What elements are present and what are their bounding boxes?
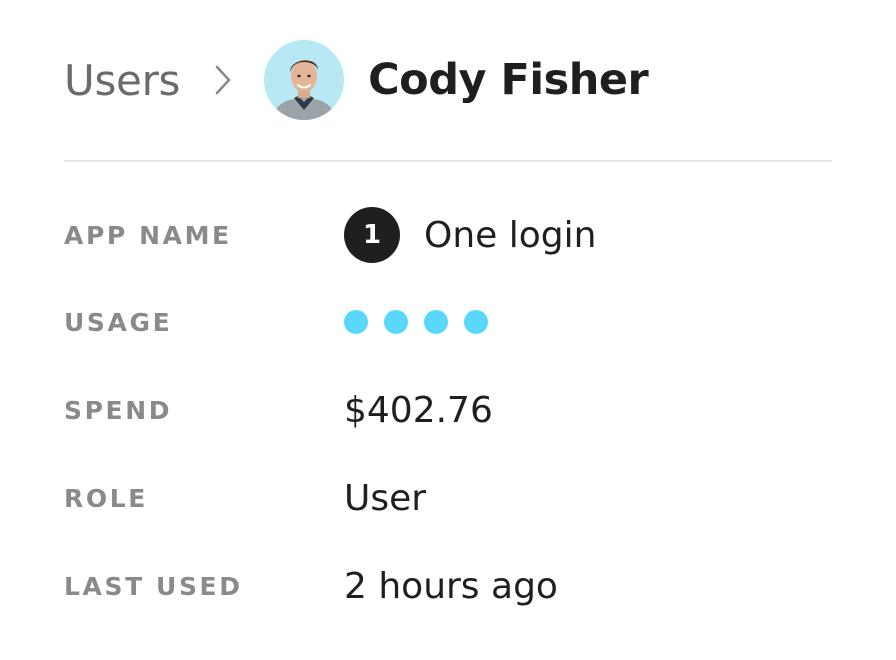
detail-row-spend: SPEND $402.76	[64, 380, 832, 440]
app-name-value: 1 One login	[344, 207, 596, 263]
avatar	[264, 40, 345, 120]
chevron-right-icon	[214, 64, 232, 96]
usage-dot	[384, 310, 408, 334]
usage-dot	[464, 310, 488, 334]
spend-label: SPEND	[64, 395, 173, 425]
last-used-label: LAST USED	[64, 571, 243, 601]
detail-row-role: ROLE User	[64, 468, 832, 528]
detail-row-app-name: APP NAME 1 One login	[64, 205, 832, 265]
breadcrumb-users-link[interactable]: Users	[64, 56, 180, 105]
last-used-value: 2 hours ago	[344, 565, 558, 607]
usage-label: USAGE	[64, 307, 173, 337]
usage-indicator	[344, 310, 504, 334]
app-name-label: APP NAME	[64, 220, 232, 250]
detail-row-usage: USAGE	[64, 292, 832, 352]
role-label: ROLE	[64, 483, 148, 513]
page-title: Cody Fisher	[368, 55, 649, 105]
spend-value: $402.76	[344, 389, 493, 431]
app-name-text: One login	[424, 214, 597, 256]
usage-dot	[344, 310, 368, 334]
breadcrumb: Users Cody Fisher	[64, 38, 649, 122]
divider	[64, 160, 832, 162]
role-value: User	[344, 477, 427, 519]
detail-row-last-used: LAST USED 2 hours ago	[64, 556, 832, 616]
usage-dot	[424, 310, 448, 334]
app-logo-icon: 1	[344, 207, 400, 263]
